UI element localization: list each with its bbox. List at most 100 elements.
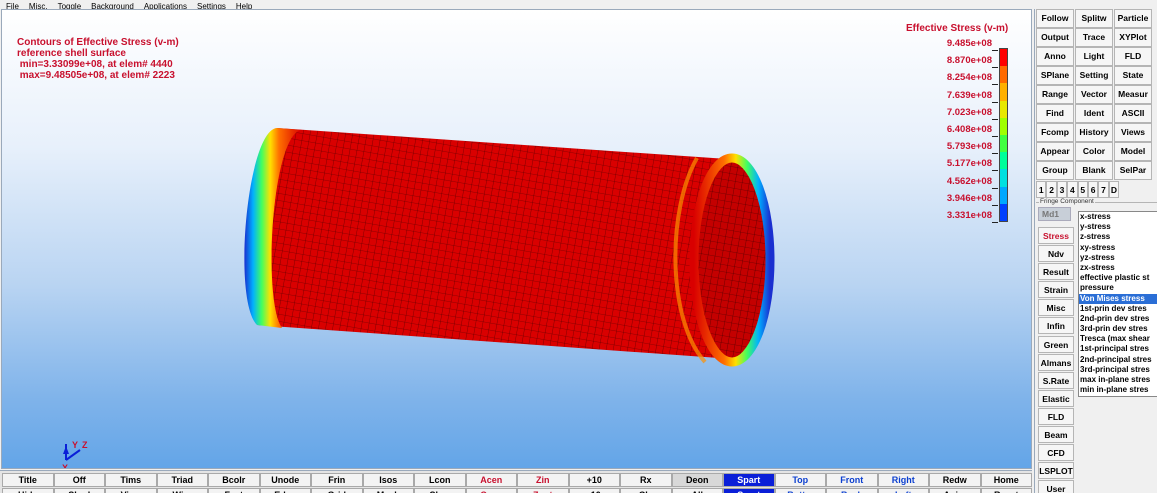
- component-list-item[interactable]: x-stress: [1079, 212, 1157, 222]
- component-list-item[interactable]: pressure: [1079, 283, 1157, 293]
- right-button[interactable]: Right: [877, 473, 929, 487]
- setting-button[interactable]: Setting: [1075, 66, 1113, 85]
- cylinder-model[interactable]: [227, 120, 787, 370]
- component-list-item[interactable]: y-stress: [1079, 222, 1157, 232]
- mesh-button[interactable]: Mesh: [362, 488, 414, 493]
- category-green-button[interactable]: Green: [1038, 335, 1074, 353]
- group-button[interactable]: Group: [1036, 161, 1074, 180]
- 10-button[interactable]: +10: [568, 473, 620, 487]
- title-button[interactable]: Title: [2, 473, 54, 487]
- page-4-button[interactable]: 4: [1067, 181, 1078, 198]
- follow-button[interactable]: Follow: [1036, 9, 1074, 28]
- component-list-item[interactable]: 1st-prin dev stres: [1079, 304, 1157, 314]
- ident-button[interactable]: Ident: [1075, 104, 1113, 123]
- page-7-button[interactable]: 7: [1098, 181, 1109, 198]
- cls-button[interactable]: Cls: [620, 488, 672, 493]
- menu-item-applications[interactable]: Applications: [144, 2, 187, 9]
- tims-button[interactable]: Tims: [105, 473, 157, 487]
- category-stress-button[interactable]: Stress: [1038, 227, 1074, 244]
- page-d-button[interactable]: D: [1108, 181, 1120, 198]
- acen-button[interactable]: Acen: [465, 473, 517, 487]
- off-button[interactable]: Off: [53, 473, 105, 487]
- range-button[interactable]: Range: [1036, 85, 1074, 104]
- component-list-item[interactable]: z-stress: [1079, 232, 1157, 242]
- lcon-button[interactable]: Lcon: [414, 473, 466, 487]
- spart-button[interactable]: Spart: [723, 473, 775, 487]
- page-5-button[interactable]: 5: [1077, 181, 1088, 198]
- rx-button[interactable]: Rx: [620, 473, 672, 487]
- vector-button[interactable]: Vector: [1075, 85, 1113, 104]
- edge-button[interactable]: Edge: [259, 488, 311, 493]
- frin-button[interactable]: Frin: [311, 473, 363, 487]
- component-list-item[interactable]: zx-stress: [1079, 263, 1157, 273]
- category-misc-button[interactable]: Misc: [1038, 299, 1074, 317]
- component-list-item[interactable]: max in-plane stres: [1079, 375, 1157, 385]
- menu-item-file[interactable]: File: [6, 2, 19, 9]
- anim-button[interactable]: Anim: [929, 488, 981, 493]
- measur-button[interactable]: Measur: [1114, 85, 1152, 104]
- reset-button[interactable]: Reset: [980, 488, 1032, 493]
- selpar-button[interactable]: SelPar: [1114, 161, 1152, 180]
- component-list-item[interactable]: xy-stress: [1079, 243, 1157, 253]
- category-result-button[interactable]: Result: [1038, 263, 1074, 281]
- appear-button[interactable]: Appear: [1036, 142, 1074, 161]
- light-button[interactable]: Light: [1075, 47, 1113, 66]
- bcolr-button[interactable]: Bcolr: [208, 473, 260, 487]
- xyplot-button[interactable]: XYPlot: [1114, 28, 1152, 47]
- component-list-item[interactable]: Von Mises stress: [1079, 293, 1157, 304]
- component-list-item[interactable]: 1st-principal stres: [1079, 344, 1157, 354]
- view-button[interactable]: View: [105, 488, 157, 493]
- 10-button[interactable]: -10: [568, 488, 620, 493]
- front-button[interactable]: Front: [826, 473, 878, 487]
- shrn-button[interactable]: Shrn: [414, 488, 466, 493]
- component-list-item[interactable]: 3rd-principal stres: [1079, 365, 1157, 375]
- color-button[interactable]: Color: [1075, 142, 1113, 161]
- all-button[interactable]: All: [671, 488, 723, 493]
- splane-button[interactable]: SPlane: [1036, 66, 1074, 85]
- spart-button[interactable]: Spart: [723, 488, 775, 493]
- redw-button[interactable]: Redw: [929, 473, 981, 487]
- menu-item-background[interactable]: Background: [91, 2, 134, 9]
- left-button[interactable]: Left: [877, 488, 929, 493]
- menu-item-settings[interactable]: Settings: [197, 2, 226, 9]
- triad-button[interactable]: Triad: [156, 473, 208, 487]
- menu-item-help[interactable]: Help: [236, 2, 252, 9]
- feat-button[interactable]: Feat: [208, 488, 260, 493]
- deon-button[interactable]: Deon: [671, 473, 723, 487]
- menu-item-misc[interactable]: Misc.: [29, 2, 48, 9]
- category-infin-button[interactable]: Infin: [1038, 317, 1074, 335]
- grid-button[interactable]: Grid: [311, 488, 363, 493]
- category-elastic-button[interactable]: Elastic: [1038, 389, 1074, 407]
- category-almans-button[interactable]: Almans: [1038, 353, 1074, 371]
- anno-button[interactable]: Anno: [1036, 47, 1074, 66]
- top-button[interactable]: Top: [774, 473, 826, 487]
- page-2-button[interactable]: 2: [1046, 181, 1057, 198]
- component-list-item[interactable]: 2nd-prin dev stres: [1079, 314, 1157, 324]
- category-user-button[interactable]: User: [1038, 480, 1074, 493]
- component-list-item[interactable]: 3rd-prin dev stres: [1079, 324, 1157, 334]
- isos-button[interactable]: Isos: [362, 473, 414, 487]
- page-6-button[interactable]: 6: [1087, 181, 1099, 198]
- component-list-item[interactable]: 2nd-principal stres: [1079, 355, 1157, 365]
- shad-button[interactable]: Shad: [53, 488, 105, 493]
- page-1-button[interactable]: 1: [1036, 181, 1047, 198]
- trace-button[interactable]: Trace: [1075, 28, 1113, 47]
- category-ndv-button[interactable]: Ndv: [1038, 245, 1074, 263]
- category-beam-button[interactable]: Beam: [1038, 426, 1074, 444]
- component-list-item[interactable]: min in-plane stres: [1079, 385, 1157, 395]
- md1-button[interactable]: Md1: [1038, 207, 1071, 221]
- zin-button[interactable]: Zin: [517, 473, 569, 487]
- back-button[interactable]: Back: [826, 488, 878, 493]
- component-list-item[interactable]: Tresca (max shear: [1079, 334, 1157, 344]
- splitw-button[interactable]: Splitw: [1075, 9, 1113, 28]
- graphics-viewport[interactable]: Contours of Effective Stress (v-m) refere…: [1, 9, 1032, 469]
- fcomp-button[interactable]: Fcomp: [1036, 123, 1074, 142]
- zout-button[interactable]: Zout: [517, 488, 569, 493]
- wire-button[interactable]: Wire: [156, 488, 208, 493]
- bottm-button[interactable]: Bottm: [774, 488, 826, 493]
- fringe-component-list[interactable]: x-stress y-stress z-stress xy-stress yz-stre…: [1078, 211, 1157, 397]
- menu-item-toggle[interactable]: Toggle: [58, 2, 82, 9]
- category-fld-button[interactable]: FLD: [1038, 407, 1074, 425]
- ascii-button[interactable]: ASCII: [1114, 104, 1152, 123]
- category-srate-button[interactable]: S.Rate: [1038, 371, 1074, 389]
